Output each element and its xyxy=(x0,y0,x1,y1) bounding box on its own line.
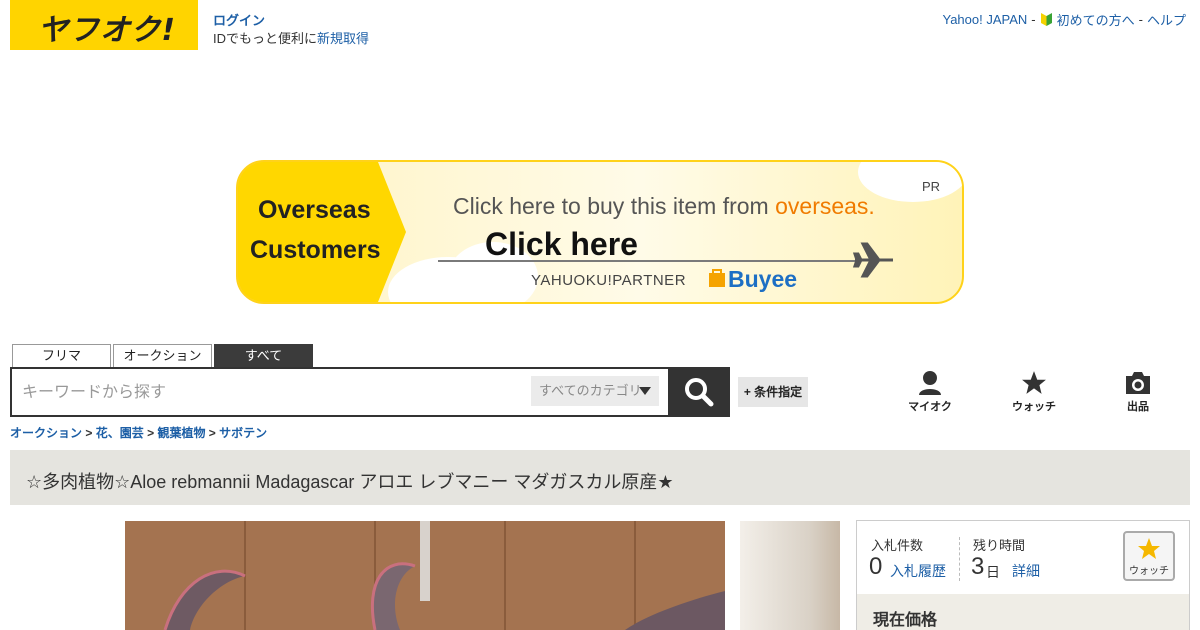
link-separator: - xyxy=(1031,12,1036,27)
banner-left-panel xyxy=(238,162,408,302)
breadcrumb-separator: > xyxy=(85,426,93,440)
tab-all[interactable]: すべて xyxy=(214,344,313,368)
search-input[interactable] xyxy=(22,381,522,405)
current-price-label: 現在価格 xyxy=(873,612,938,629)
airplane-icon xyxy=(853,242,893,278)
banner-message-highlight: overseas. xyxy=(775,193,875,219)
search-box: すべてのカテゴリ xyxy=(10,367,670,417)
buyee-overseas-banner[interactable]: Overseas Customers Click here to buy thi… xyxy=(236,160,964,304)
logo-text: ヤフオク! xyxy=(38,13,177,48)
beginners-link[interactable]: 初めての方へ xyxy=(1057,10,1135,29)
search-icon xyxy=(685,378,714,407)
nav-sell[interactable]: 出品 xyxy=(1103,370,1173,414)
nav-sell-label: 出品 xyxy=(1127,401,1149,413)
top-links: Yahoo! JAPAN - 初めての方へ - ヘルプ xyxy=(942,10,1186,29)
breadcrumb: オークション > 花、園芸 > 観葉植物 > サボテン xyxy=(10,424,267,441)
yahoo-japan-link[interactable]: Yahoo! JAPAN xyxy=(942,12,1027,27)
breadcrumb-item[interactable]: 観葉植物 xyxy=(157,426,205,440)
user-icon xyxy=(919,371,941,395)
main-product-image[interactable] xyxy=(125,521,725,630)
bid-count-value: 0 xyxy=(869,553,883,580)
banner-line1: Overseas xyxy=(258,196,371,224)
banner-message: Click here to buy this item from oversea… xyxy=(453,193,875,220)
item-title-bar: ☆多肉植物☆Aloe rebmannii Madagascar アロエ レブマニ… xyxy=(10,450,1190,505)
link-separator: - xyxy=(1138,12,1143,27)
time-left-value: 3 xyxy=(971,553,985,580)
bid-count-label: 入札件数 xyxy=(871,538,924,553)
buyee-logo-text: Buyee xyxy=(728,266,798,292)
nav-watch[interactable]: ウォッチ xyxy=(999,370,1069,414)
advanced-conditions-button[interactable]: + 条件指定 xyxy=(738,377,808,407)
breadcrumb-item[interactable]: サボテン xyxy=(219,426,267,440)
nav-myauction-label: マイオク xyxy=(908,401,952,413)
search-button[interactable] xyxy=(668,367,730,417)
star-icon xyxy=(1138,538,1160,559)
nav-watch-label: ウォッチ xyxy=(1012,401,1056,413)
help-link[interactable]: ヘルプ xyxy=(1147,10,1186,29)
signup-link[interactable]: 新規取得 xyxy=(317,31,369,46)
category-select-value: すべてのカテゴリ xyxy=(539,383,642,398)
banner-line2: Customers xyxy=(250,236,381,264)
nav-myauction[interactable]: マイオク xyxy=(895,370,965,414)
beginner-mark-icon xyxy=(1040,12,1053,27)
thumbnail-image[interactable] xyxy=(740,521,840,630)
breadcrumb-separator: > xyxy=(208,426,216,440)
search-tabs: フリマ オークション すべて xyxy=(12,344,313,368)
signup-line: IDでもっと便利に新規取得 xyxy=(213,28,369,47)
buyee-bag-icon xyxy=(709,269,725,287)
chevron-down-icon xyxy=(639,387,651,395)
breadcrumb-item[interactable]: 花、園芸 xyxy=(96,426,144,440)
banner-message-text: Click here to buy this item from xyxy=(453,193,776,219)
bid-panel: 入札件数 0 入札履歴 残り時間 3 日 詳細 ウォッチ 現在価格 xyxy=(856,520,1190,630)
aloe-plant-image xyxy=(125,521,725,630)
breadcrumb-item[interactable]: オークション xyxy=(10,426,82,440)
panel-divider xyxy=(959,537,960,581)
signup-prefix: IDでもっと便利に xyxy=(213,31,318,46)
login-link[interactable]: ログイン xyxy=(213,10,265,29)
yahuoku-logo[interactable]: ヤフオク! xyxy=(10,0,198,50)
tab-auction[interactable]: オークション xyxy=(113,344,212,368)
item-title: ☆多肉植物☆Aloe rebmannii Madagascar アロエ レブマニ… xyxy=(26,472,674,492)
watch-button[interactable]: ウォッチ xyxy=(1123,531,1175,581)
star-icon xyxy=(1022,371,1046,394)
banner-partner: YAHUOKU!PARTNER xyxy=(531,272,687,289)
time-left-unit: 日 xyxy=(986,564,1000,580)
camera-icon xyxy=(1126,372,1150,394)
breadcrumb-separator: > xyxy=(147,426,155,440)
watch-button-label: ウォッチ xyxy=(1129,566,1169,577)
tab-furima[interactable]: フリマ xyxy=(12,344,111,368)
current-price-area: 現在価格 xyxy=(857,594,1189,630)
banner-pr-label: PR xyxy=(921,179,940,194)
banner-click-here[interactable]: Click here xyxy=(485,226,638,263)
time-left-label: 残り時間 xyxy=(973,538,1026,553)
time-detail-link[interactable]: 詳細 xyxy=(1012,561,1040,581)
bid-history-link[interactable]: 入札履歴 xyxy=(890,561,946,581)
category-select[interactable]: すべてのカテゴリ xyxy=(531,376,659,406)
